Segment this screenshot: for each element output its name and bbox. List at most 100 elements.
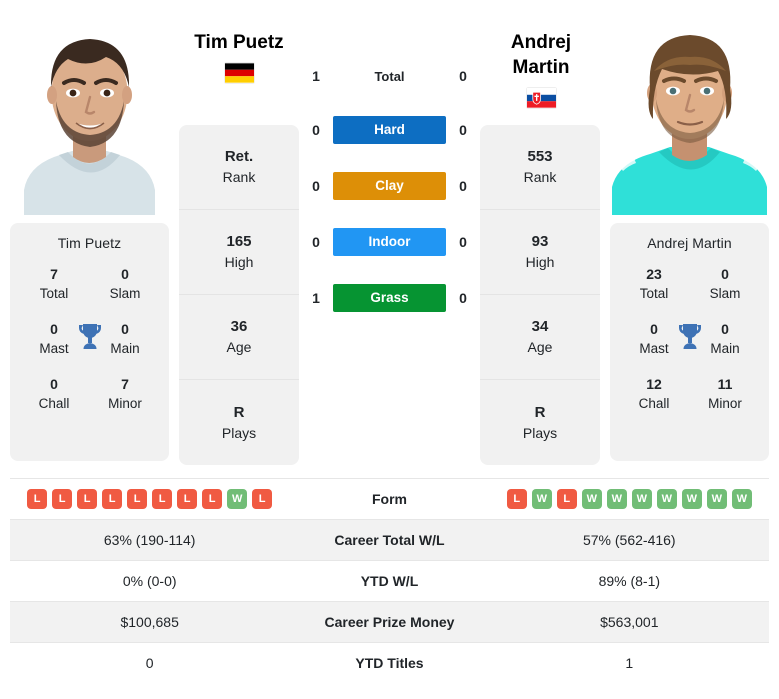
player-right-name-block: Andrej Martin	[451, 30, 631, 108]
row-label-ytd-titles: YTD Titles	[289, 642, 490, 684]
titles-chall-cell: 12 Chall	[624, 375, 684, 413]
form-badge-w: W	[581, 489, 602, 509]
titles-main-label: Main	[710, 341, 740, 356]
titles-total-cell: 7 Total	[24, 265, 84, 303]
form-badge-w: W	[631, 489, 652, 509]
player-left-titles-card: Tim Puetz 7 Total 0 Slam 0 Mast 0 Main 0…	[10, 223, 169, 461]
surface-badge-grass[interactable]: Grass	[333, 284, 446, 312]
trophy-icon	[78, 324, 101, 349]
h2h-row-indoor: 0 Indoor 0	[299, 228, 480, 256]
titles-total-label: Total	[39, 286, 69, 301]
player-right-titles-grid: 23 Total 0 Slam 0 Mast 0 Main 12 Chall 1…	[616, 265, 763, 413]
row-label-career-prize-money: Career Prize Money	[289, 601, 490, 643]
career-total-wl-right: 57% (562-416)	[489, 519, 769, 561]
player-right-titles-name: Andrej Martin	[647, 235, 732, 251]
age-cell: 36 Age	[179, 295, 299, 380]
rank-value: 553	[527, 148, 553, 165]
form-badge-l: L	[102, 489, 123, 509]
form-badge-l: L	[27, 489, 48, 509]
surface-badge-indoor[interactable]: Indoor	[333, 228, 446, 256]
form-badge-l: L	[556, 489, 577, 509]
h2h-left-hard: 0	[312, 122, 320, 138]
trophy-icon	[678, 324, 701, 349]
player-left-titles-grid: 7 Total 0 Slam 0 Mast 0 Main 0 Chall 7 M…	[16, 265, 163, 413]
titles-chall-value: 0	[50, 376, 58, 392]
form-badge-l: L	[77, 489, 98, 509]
age-label: Age	[226, 339, 252, 355]
player-left-name-block: Tim Puetz	[149, 30, 329, 83]
form-left-badges: LLLLLLLLWL	[10, 489, 289, 509]
titles-chall-label: Chall	[38, 396, 70, 411]
age-label: Age	[527, 339, 553, 355]
form-badge-l: L	[127, 489, 148, 509]
age-cell: 34 Age	[480, 295, 600, 380]
h2h-right-indoor: 0	[459, 234, 467, 250]
titles-row: 7 Total 0 Slam	[16, 265, 163, 303]
titles-total-label: Total	[639, 286, 669, 301]
high-label: High	[525, 254, 555, 270]
form-badge-w: W	[227, 489, 248, 509]
age-value: 36	[230, 318, 248, 335]
plays-label: Plays	[221, 424, 257, 441]
form-badge-w: W	[606, 489, 627, 509]
plays-value: R	[534, 403, 546, 421]
titles-row: 0 Mast 0 Main	[616, 320, 763, 358]
player-right-portrait-icon	[610, 15, 769, 215]
titles-mast-value: 0	[50, 321, 58, 337]
titles-slam-value: 0	[121, 266, 129, 282]
titles-total-value: 7	[50, 266, 58, 282]
titles-total-value: 23	[646, 266, 662, 282]
player-right-name-line1[interactable]: Andrej	[451, 30, 631, 55]
player-right-name-line2[interactable]: Martin	[451, 55, 631, 80]
titles-total-cell: 23 Total	[624, 265, 684, 303]
titles-chall-value: 12	[646, 376, 662, 392]
player-left-photo	[10, 15, 169, 215]
high-cell: 165 High	[179, 210, 299, 295]
player-left-name[interactable]: Tim Puetz	[149, 30, 329, 55]
surface-badge-clay[interactable]: Clay	[333, 172, 446, 200]
player-left-rank-card: Ret. Rank 165 High 36 Age R Plays	[179, 125, 299, 465]
titles-main-label: Main	[110, 341, 140, 356]
titles-minor-cell: 11 Minor	[695, 375, 755, 413]
ytd-titles-right: 1	[489, 642, 769, 684]
titles-row: 12 Chall 11 Minor	[616, 375, 763, 413]
player-comparison-page: Tim Puetz 7 Total 0 Slam 0 Mast 0 Main 0…	[0, 0, 779, 699]
titles-mast-label: Mast	[39, 341, 69, 356]
player-left-titles-name: Tim Puetz	[57, 235, 122, 251]
career-total-wl-left: 63% (190-114)	[10, 519, 290, 561]
germany-flag-icon	[224, 63, 254, 83]
titles-mast-label: Mast	[639, 341, 669, 356]
form-badge-w: W	[681, 489, 702, 509]
titles-minor-label: Minor	[108, 396, 142, 411]
h2h-left-indoor: 0	[312, 234, 320, 250]
titles-chall-cell: 0 Chall	[24, 375, 84, 413]
form-badge-l: L	[177, 489, 198, 509]
titles-chall-label: Chall	[638, 396, 670, 411]
titles-mast-cell: 0 Mast	[24, 320, 84, 358]
rank-cell: 553 Rank	[480, 125, 600, 210]
rank-cell: Ret. Rank	[179, 125, 299, 210]
h2h-row-grass: 1 Grass 0	[299, 284, 480, 312]
titles-main-value: 0	[721, 321, 729, 337]
titles-slam-label: Slam	[709, 286, 741, 301]
plays-label: Plays	[522, 424, 558, 441]
plays-value: R	[233, 403, 245, 421]
player-right-rank-card: 553 Rank 93 High 34 Age R Plays	[480, 125, 600, 465]
titles-row: 0 Mast 0 Main	[16, 320, 163, 358]
h2h-label-total: Total	[374, 68, 405, 84]
plays-cell: R Plays	[480, 380, 600, 465]
ytd-wl-left: 0% (0-0)	[10, 560, 290, 602]
titles-slam-value: 0	[721, 266, 729, 282]
high-value: 93	[531, 233, 549, 250]
form-badge-w: W	[706, 489, 727, 509]
surface-badge-hard[interactable]: Hard	[333, 116, 446, 144]
slovakia-flag-icon	[526, 88, 556, 108]
titles-slam-cell: 0 Slam	[95, 265, 155, 303]
player-right-photo	[610, 15, 769, 215]
titles-slam-label: Slam	[109, 286, 141, 301]
form-badge-l: L	[52, 489, 73, 509]
titles-minor-value: 11	[717, 376, 733, 392]
form-badge-w: W	[656, 489, 677, 509]
row-label-ytd-wl: YTD W/L	[289, 560, 490, 602]
h2h-left-clay: 0	[312, 178, 320, 194]
